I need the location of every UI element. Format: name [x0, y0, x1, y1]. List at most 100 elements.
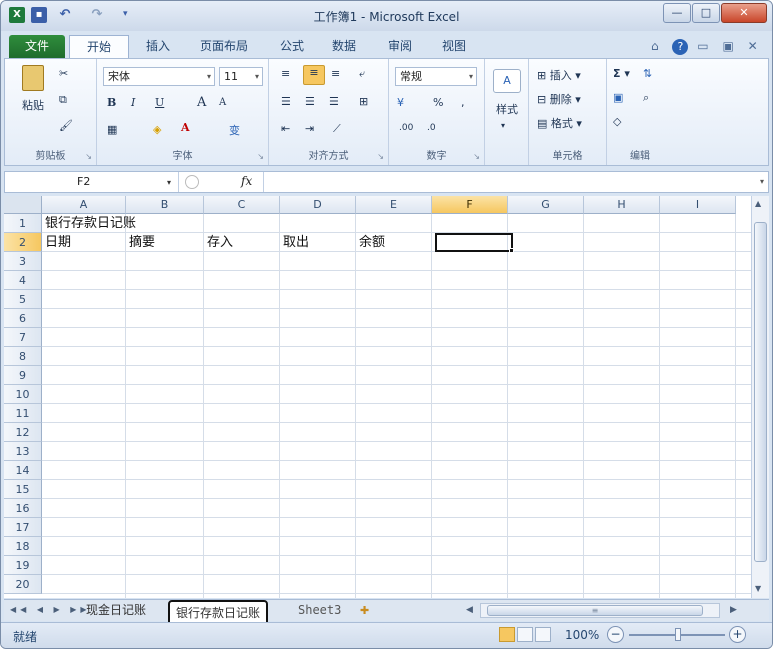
- grow-font-button[interactable]: A: [197, 95, 206, 110]
- font-name-select[interactable]: 宋体 ▾: [103, 67, 215, 86]
- scroll-left-icon[interactable]: ◀: [466, 605, 473, 615]
- row-header-11[interactable]: 11: [4, 404, 42, 423]
- cell-d2[interactable]: 取出: [280, 233, 309, 252]
- tab-formulas[interactable]: 公式: [271, 35, 313, 59]
- increase-indent-icon[interactable]: ⇥: [305, 122, 314, 135]
- column-header-i[interactable]: I: [660, 196, 736, 214]
- autosum-button[interactable]: Σ ▾: [613, 67, 630, 80]
- insert-function-icon[interactable]: fx: [241, 174, 252, 188]
- format-cells-button[interactable]: ▤ 格式 ▾: [537, 115, 582, 131]
- row-header-14[interactable]: 14: [4, 461, 42, 480]
- border-icon[interactable]: ▦: [107, 123, 117, 136]
- row-header-20[interactable]: 20: [4, 575, 42, 594]
- shrink-font-button[interactable]: A: [219, 97, 226, 108]
- expand-formula-bar-icon[interactable]: ▾: [760, 177, 764, 186]
- underline-button[interactable]: U: [155, 96, 164, 109]
- page-layout-view-icon[interactable]: [517, 627, 533, 642]
- delete-cells-button[interactable]: ⊟ 删除 ▾: [537, 91, 581, 107]
- sheet-nav-icons[interactable]: ◀◀ ◀ ▶ ▶▶: [10, 605, 91, 614]
- select-all-button[interactable]: [4, 196, 42, 214]
- tab-data[interactable]: 数据: [323, 35, 365, 59]
- row-header-12[interactable]: 12: [4, 423, 42, 442]
- orientation-icon[interactable]: ⟋: [333, 122, 341, 136]
- tab-insert[interactable]: 插入: [137, 35, 179, 59]
- column-header-a[interactable]: A: [42, 196, 126, 214]
- row-header-18[interactable]: 18: [4, 537, 42, 556]
- column-header-h[interactable]: H: [584, 196, 660, 214]
- zoom-slider-thumb[interactable]: [675, 628, 681, 641]
- row-header-5[interactable]: 5: [4, 290, 42, 309]
- active-cell-f2[interactable]: [435, 233, 513, 252]
- row-header-7[interactable]: 7: [4, 328, 42, 347]
- row-header-8[interactable]: 8: [4, 347, 42, 366]
- align-center-icon[interactable]: ☰: [305, 95, 315, 108]
- tab-home[interactable]: 开始: [69, 35, 129, 59]
- clipboard-launcher-icon[interactable]: ↘: [85, 152, 92, 161]
- ribbon-minimize-icon[interactable]: ⌂: [651, 39, 664, 53]
- column-header-b[interactable]: B: [126, 196, 204, 214]
- column-header-c[interactable]: C: [204, 196, 280, 214]
- insert-cells-button[interactable]: ⊞ 插入 ▾: [537, 67, 581, 83]
- doc-restore-icon[interactable]: ▣: [722, 39, 738, 53]
- align-top-icon[interactable]: ≡: [281, 67, 290, 80]
- name-box[interactable]: F2: [9, 172, 179, 192]
- styles-button[interactable]: 样式: [489, 101, 525, 117]
- phonetic-button[interactable]: 变: [229, 122, 240, 138]
- wrap-text-icon[interactable]: ⤶: [359, 67, 365, 81]
- tab-review[interactable]: 审阅: [379, 35, 421, 59]
- row-header-15[interactable]: 15: [4, 480, 42, 499]
- scroll-down-icon[interactable]: ▼: [755, 584, 761, 593]
- cell-a1[interactable]: 银行存款日记账: [42, 214, 136, 233]
- page-break-view-icon[interactable]: [535, 627, 551, 642]
- decrease-decimal-icon[interactable]: .0: [427, 123, 436, 133]
- paste-button[interactable]: 粘贴: [15, 65, 51, 112]
- chevron-down-icon[interactable]: ▾: [167, 178, 171, 187]
- formula-input[interactable]: [263, 172, 749, 192]
- vertical-scrollbar[interactable]: ▲ ▼: [751, 196, 769, 598]
- zoom-out-icon[interactable]: −: [607, 626, 624, 643]
- tab-view[interactable]: 视图: [433, 35, 475, 59]
- percent-button[interactable]: %: [433, 96, 443, 109]
- column-header-g[interactable]: G: [508, 196, 584, 214]
- alignment-launcher-icon[interactable]: ↘: [377, 152, 384, 161]
- minimize-button[interactable]: —: [663, 3, 691, 23]
- cell-a2[interactable]: 日期: [42, 233, 71, 252]
- column-header-e[interactable]: E: [356, 196, 432, 214]
- align-left-icon[interactable]: ☰: [281, 95, 291, 108]
- normal-view-icon[interactable]: [499, 627, 515, 642]
- sort-filter-icon[interactable]: ⇅: [643, 67, 652, 80]
- row-header-3[interactable]: 3: [4, 252, 42, 271]
- row-header-4[interactable]: 4: [4, 271, 42, 290]
- copy-icon[interactable]: ⧉: [59, 93, 67, 107]
- insert-sheet-icon[interactable]: ✚: [360, 604, 369, 617]
- close-button[interactable]: ✕: [721, 3, 767, 23]
- row-header-19[interactable]: 19: [4, 556, 42, 575]
- number-launcher-icon[interactable]: ↘: [473, 152, 480, 161]
- increase-decimal-icon[interactable]: .00: [399, 123, 413, 133]
- tab-file[interactable]: 文件: [9, 35, 65, 59]
- sheet-tab-cash[interactable]: 现金日记账: [80, 601, 152, 620]
- row-header-17[interactable]: 17: [4, 518, 42, 537]
- comma-style-icon[interactable]: ,: [461, 96, 465, 109]
- find-select-icon[interactable]: ⌕: [643, 91, 649, 105]
- styles-icon[interactable]: A: [493, 69, 521, 93]
- format-painter-icon[interactable]: 🖌: [59, 119, 73, 132]
- cell-c2[interactable]: 存入: [204, 233, 233, 252]
- doc-close-icon[interactable]: ✕: [748, 39, 763, 53]
- row-header-16[interactable]: 16: [4, 499, 42, 518]
- zoom-in-icon[interactable]: +: [729, 626, 746, 643]
- sheet-tab-sheet3[interactable]: Sheet3: [292, 601, 347, 620]
- font-size-select[interactable]: 11 ▾: [219, 67, 263, 86]
- row-header-1[interactable]: 1: [4, 214, 42, 233]
- number-format-select[interactable]: 常规 ▾: [395, 67, 477, 86]
- cell-b2[interactable]: 摘要: [126, 233, 155, 252]
- align-bottom-icon[interactable]: ≡: [331, 67, 340, 80]
- column-header-d[interactable]: D: [280, 196, 356, 214]
- font-launcher-icon[interactable]: ↘: [257, 152, 264, 161]
- font-color-icon[interactable]: A: [181, 121, 190, 134]
- row-header-13[interactable]: 13: [4, 442, 42, 461]
- row-header-10[interactable]: 10: [4, 385, 42, 404]
- tab-page-layout[interactable]: 页面布局: [191, 35, 257, 59]
- fill-color-icon[interactable]: ◈: [153, 123, 161, 136]
- doc-minimize-icon[interactable]: ▭: [697, 39, 713, 53]
